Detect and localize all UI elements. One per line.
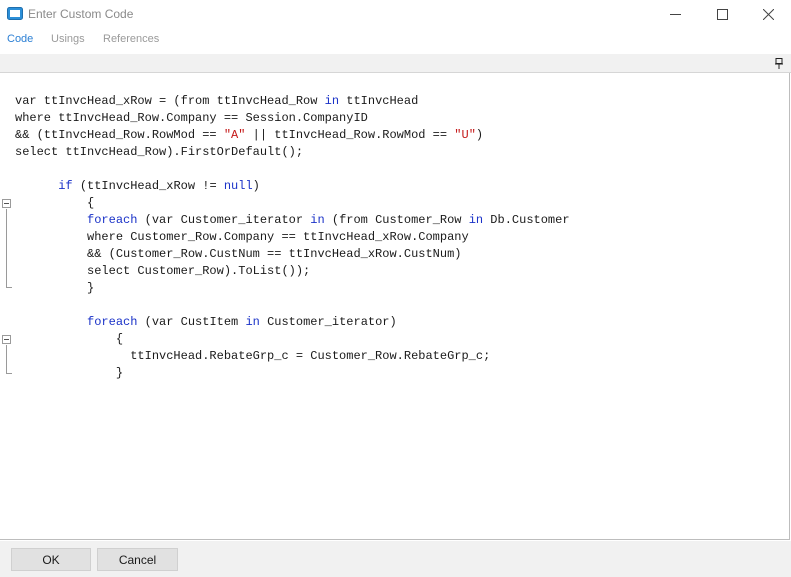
code-text: (ttInvcHead_xRow != [72, 179, 224, 193]
code-line: && (ttInvcHead_Row.RowMod == "A" || ttIn… [15, 127, 483, 144]
code-text: ) [252, 179, 260, 193]
code-keyword: foreach [87, 213, 138, 227]
code-line: where ttInvcHead_Row.Company == Session.… [15, 110, 368, 127]
code-text: select Customer_Row).ToList()); [15, 264, 311, 278]
code-text: } [15, 281, 95, 295]
code-keyword: foreach [87, 315, 138, 329]
code-line: select Customer_Row).ToList()); [15, 263, 310, 280]
code-text: ttInvcHead [339, 94, 419, 108]
dialog-footer: OK Cancel [0, 541, 791, 577]
code-text: && (ttInvcHead_Row.RowMod == [15, 128, 224, 142]
close-icon [762, 9, 774, 20]
code-line: var ttInvcHead_xRow = (from ttInvcHead_R… [15, 93, 418, 110]
cancel-button[interactable]: Cancel [97, 548, 178, 571]
tab-code[interactable]: Code [7, 33, 33, 45]
code-text: var ttInvcHead_xRow = (from ttInvcHead_R… [15, 94, 325, 108]
code-text: where Customer_Row.Company == ttInvcHead… [15, 230, 469, 244]
code-text: ttInvcHead.RebateGrp_c = Customer_Row.Re… [15, 349, 491, 363]
pin-icon[interactable] [774, 58, 784, 69]
code-text: ) [475, 128, 484, 142]
fold-guide [6, 345, 7, 373]
code-text: } [15, 366, 124, 380]
minimize-button[interactable] [652, 0, 698, 29]
code-text: Db.Customer [483, 213, 570, 227]
code-line: } [15, 280, 94, 297]
code-line: { [15, 195, 94, 212]
code-keyword: in [245, 315, 260, 329]
code-line: { [15, 331, 123, 348]
code-line: if (ttInvcHead_xRow != null) [15, 178, 260, 195]
code-line: where Customer_Row.Company == ttInvcHead… [15, 229, 469, 246]
editor-toolbar [0, 54, 791, 73]
code-text: where ttInvcHead_Row.Company == Session.… [15, 111, 368, 125]
fold-guide [6, 209, 7, 287]
maximize-icon [716, 9, 728, 20]
code-text: { [15, 196, 95, 210]
code-text: && (Customer_Row.CustNum == ttInvcHead_x… [15, 247, 462, 261]
title-bar: Enter Custom Code [0, 0, 791, 29]
code-line: foreach (var CustItem in Customer_iterat… [15, 314, 397, 331]
code-line: select ttInvcHead_Row).FirstOrDefault(); [15, 144, 303, 161]
code-line: ttInvcHead.RebateGrp_c = Customer_Row.Re… [15, 348, 490, 365]
code-line: && (Customer_Row.CustNum == ttInvcHead_x… [15, 246, 461, 263]
code-text: (var Customer_iterator [137, 213, 311, 227]
code-line: foreach (var Customer_iterator in (from … [15, 212, 570, 229]
code-text: || ttInvcHead_Row.RowMod == [245, 128, 455, 142]
ok-button[interactable]: OK [11, 548, 91, 571]
fold-guide-end [6, 287, 12, 288]
code-line: } [15, 365, 123, 382]
fold-guide-end [6, 373, 12, 374]
code-text: select ttInvcHead_Row).FirstOrDefault(); [15, 145, 304, 159]
window-title: Enter Custom Code [28, 7, 134, 21]
code-editor[interactable]: var ttInvcHead_xRow = (from ttInvcHead_R… [0, 73, 790, 540]
window-app-icon [7, 7, 23, 20]
tab-references[interactable]: References [103, 33, 159, 45]
code-keyword: if [58, 179, 73, 193]
code-keyword: null [223, 179, 253, 193]
maximize-button[interactable] [699, 0, 745, 29]
code-text: { [15, 332, 124, 346]
code-string: "A" [223, 128, 246, 142]
code-keyword: in [468, 213, 484, 227]
code-text: Customer_iterator) [259, 315, 397, 329]
fold-toggle-icon[interactable] [2, 199, 11, 208]
code-text: (var CustItem [137, 315, 246, 329]
tab-bar: Code Usings References [0, 33, 791, 53]
code-text: (from Customer_Row [324, 213, 469, 227]
code-keyword: in [310, 213, 325, 227]
tab-usings[interactable]: Usings [51, 33, 85, 45]
minimize-icon [669, 14, 681, 15]
code-string: "U" [454, 128, 476, 142]
code-keyword: in [324, 94, 340, 108]
close-button[interactable] [745, 0, 791, 29]
fold-toggle-icon[interactable] [2, 335, 11, 344]
